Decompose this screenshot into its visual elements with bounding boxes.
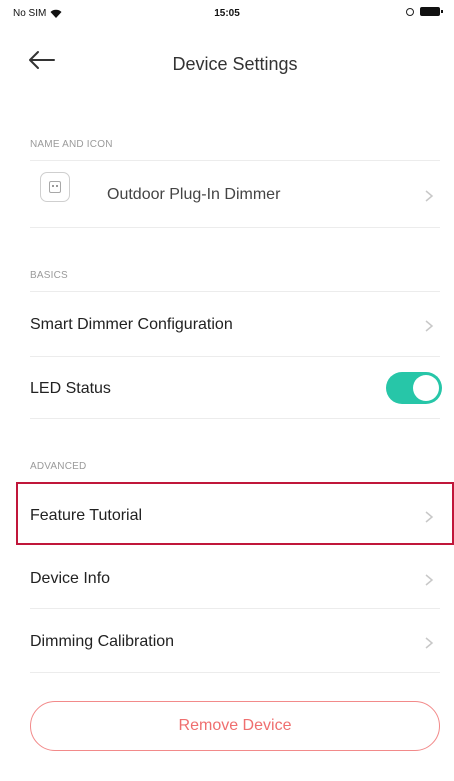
page-title: Device Settings — [172, 54, 298, 74]
plug-icon — [40, 172, 70, 202]
chevron-right-icon — [425, 574, 434, 586]
alarm-icon — [406, 7, 414, 16]
smart-dimmer-configuration-label: Smart Dimmer Configuration — [30, 316, 233, 333]
led-status-toggle[interactable] — [386, 372, 442, 404]
device-name-row[interactable]: Outdoor Plug-In Dimmer — [0, 162, 454, 226]
divider — [30, 672, 440, 673]
led-status-label: LED Status — [30, 380, 111, 397]
highlight-box — [16, 482, 454, 545]
smart-dimmer-configuration-row[interactable]: Smart Dimmer Configuration — [0, 292, 454, 356]
battery-icon — [420, 7, 443, 16]
divider — [30, 227, 440, 228]
section-header-advanced: ADVANCED — [30, 461, 87, 472]
divider — [30, 418, 440, 419]
chevron-right-icon — [425, 190, 434, 202]
divider — [30, 160, 440, 161]
remove-device-button[interactable]: Remove Device — [30, 701, 440, 751]
chevron-right-icon — [425, 637, 434, 649]
chevron-right-icon — [425, 320, 434, 332]
toggle-knob — [413, 375, 439, 401]
device-name-label: Outdoor Plug-In Dimmer — [107, 186, 281, 203]
device-info-label: Device Info — [30, 570, 111, 587]
device-info-row[interactable]: Device Info — [0, 547, 454, 609]
dimming-calibration-row[interactable]: Dimming Calibration — [0, 609, 454, 673]
header: Device Settings — [0, 40, 454, 88]
dimming-calibration-label: Dimming Calibration — [30, 633, 175, 650]
status-right — [406, 7, 443, 16]
status-time: 15:05 — [214, 8, 240, 19]
section-header-basics: BASICS — [30, 270, 68, 281]
status-bar: No SIM 15:05 — [0, 0, 454, 26]
section-header-name-and-icon: NAME AND ICON — [30, 139, 113, 150]
